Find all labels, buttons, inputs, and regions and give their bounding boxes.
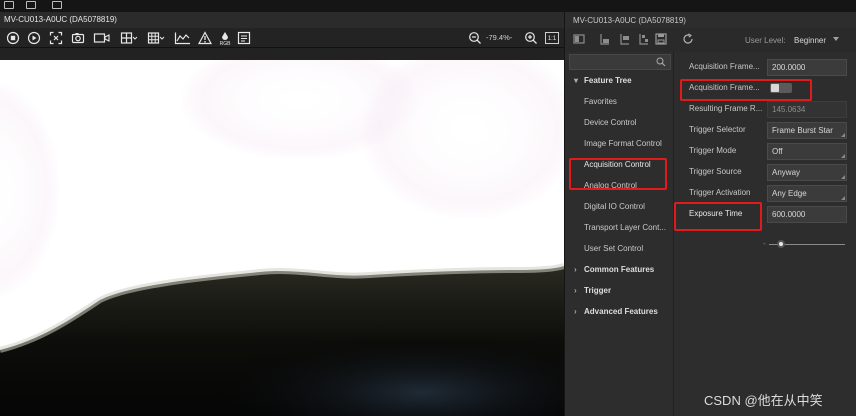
user-level-label: User Level: xyxy=(745,36,786,45)
save-icon[interactable] xyxy=(655,33,667,45)
rgb-icon[interactable]: RGB xyxy=(218,31,232,47)
feature-panel: MV-CU013-A0UC (DA5078819) User Level: Be… xyxy=(564,12,856,416)
dropdown-corner-icon xyxy=(841,154,845,158)
tree-item-user-set-control[interactable]: User Set Control xyxy=(565,240,673,258)
fit-icon[interactable] xyxy=(49,31,63,45)
zoom-out-icon[interactable] xyxy=(468,31,482,45)
highlight-box xyxy=(569,158,667,190)
tree-category-trigger[interactable]: › Trigger xyxy=(565,282,673,300)
property-value-select[interactable]: Anyway xyxy=(767,164,847,181)
export-icon[interactable] xyxy=(237,31,251,45)
slider-dash: - xyxy=(763,239,766,248)
dropdown-corner-icon xyxy=(841,196,845,200)
property-name: Acquisition Frame... xyxy=(689,62,760,71)
snapshot-icon[interactable] xyxy=(71,31,85,45)
property-name: Trigger Mode xyxy=(689,146,737,155)
panel-icon[interactable] xyxy=(573,33,585,45)
property-value-input[interactable]: 600.0000 xyxy=(767,206,847,223)
property-name: Trigger Activation xyxy=(689,188,751,197)
top-strip xyxy=(0,0,856,12)
zoom-in-icon[interactable] xyxy=(524,31,538,45)
play-icon[interactable] xyxy=(27,31,41,45)
zoom-level: -79.4%- xyxy=(486,33,513,42)
export-icon[interactable] xyxy=(619,33,631,45)
refresh-icon[interactable] xyxy=(682,33,694,45)
property-row: Trigger Mode Off xyxy=(675,142,856,162)
highlight-box xyxy=(680,79,812,101)
tree-item-favorites[interactable]: Favorites xyxy=(565,93,673,111)
property-value-readonly: 145.0634 xyxy=(767,101,847,118)
feature-search-input[interactable] xyxy=(569,54,671,70)
property-name: Trigger Source xyxy=(689,167,742,176)
grid-view-icon[interactable] xyxy=(147,31,165,45)
import-icon[interactable] xyxy=(599,33,611,45)
property-name: Trigger Selector xyxy=(689,125,746,134)
property-row: Trigger Source Anyway xyxy=(675,163,856,183)
chevron-right-icon: › xyxy=(574,265,577,274)
panel-title: MV-CU013-A0UC (DA5078819) xyxy=(573,16,686,25)
property-row: Acquisition Frame... 200.0000 xyxy=(675,58,856,78)
property-row: Resulting Frame R... 145.0634 xyxy=(675,100,856,120)
highlight-box xyxy=(674,202,762,231)
tree-category-advanced-features[interactable]: › Advanced Features xyxy=(565,303,673,321)
camera-image[interactable] xyxy=(0,60,564,416)
image-viewer: MV-CU013-A0UC (DA5078819) RGB -79.4%- 1:… xyxy=(0,12,564,416)
property-value-select[interactable]: Any Edge xyxy=(767,185,847,202)
property-value-input[interactable]: 200.0000 xyxy=(767,59,847,76)
chevron-down-icon[interactable] xyxy=(833,37,839,41)
tree-item-transport-layer-control[interactable]: Transport Layer Cont... xyxy=(565,219,673,237)
app-icon[interactable] xyxy=(4,1,14,9)
split-view-icon[interactable] xyxy=(120,31,138,45)
dropdown-corner-icon xyxy=(841,133,845,137)
chevron-right-icon: › xyxy=(574,286,577,295)
layout-icon[interactable] xyxy=(26,1,36,9)
actual-size-icon[interactable]: 1:1 xyxy=(545,32,559,44)
record-icon[interactable] xyxy=(93,31,111,45)
tree-item-digital-io-control[interactable]: Digital IO Control xyxy=(565,198,673,216)
tree-category-common-features[interactable]: › Common Features xyxy=(565,261,673,279)
dropdown-corner-icon xyxy=(841,175,845,179)
panel-divider xyxy=(673,52,674,416)
window-icon[interactable] xyxy=(52,1,62,9)
search-icon[interactable] xyxy=(656,57,666,67)
property-row: Trigger Selector Frame Burst Star xyxy=(675,121,856,141)
slider-thumb[interactable] xyxy=(777,240,785,248)
tree-category-feature-tree[interactable]: ▾ Feature Tree xyxy=(565,72,673,90)
compare-icon[interactable] xyxy=(638,33,650,45)
panel-toolbar: User Level: Beginner xyxy=(565,28,856,52)
user-level-select[interactable]: Beginner xyxy=(794,36,826,45)
rgb-label: RGB xyxy=(219,41,231,47)
tree-item-device-control[interactable]: Device Control xyxy=(565,114,673,132)
warning-icon[interactable] xyxy=(198,31,212,45)
property-name: Resulting Frame R... xyxy=(689,104,763,113)
stop-icon[interactable] xyxy=(6,31,20,45)
viewer-title: MV-CU013-A0UC (DA5078819) xyxy=(0,12,564,28)
property-value-select[interactable]: Off xyxy=(767,143,847,160)
watermark: CSDN @他在从中笑 xyxy=(704,393,823,408)
histogram-icon[interactable] xyxy=(174,31,192,45)
tree-item-image-format-control[interactable]: Image Format Control xyxy=(565,135,673,153)
viewer-toolbar: RGB -79.4%- 1:1 xyxy=(0,28,564,48)
chevron-right-icon: › xyxy=(574,307,577,316)
property-value-select[interactable]: Frame Burst Star xyxy=(767,122,847,139)
chevron-down-icon: ▾ xyxy=(574,76,579,85)
property-row: Trigger Activation Any Edge xyxy=(675,184,856,204)
exposure-slider[interactable]: - xyxy=(763,239,849,248)
